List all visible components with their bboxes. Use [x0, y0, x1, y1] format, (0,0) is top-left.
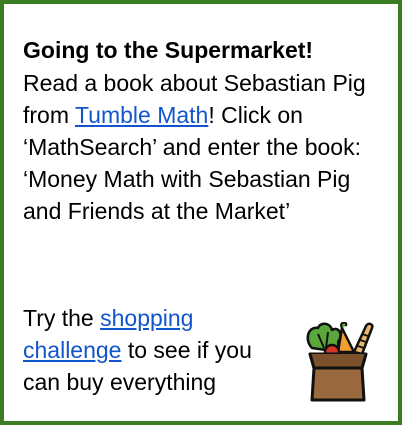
grocery-bag-icon: [306, 322, 374, 402]
card-title: Going to the Supermarket!: [23, 37, 314, 63]
challenge-paragraph-intro: Try the: [23, 305, 101, 331]
info-card: Going to the Supermarket! Read a book ab…: [0, 0, 402, 425]
challenge-paragraph: Try the shopping challenge to see if you…: [23, 302, 273, 398]
book-paragraph: Read a book about Sebastian Pig from Tum…: [23, 67, 373, 227]
tumble-math-link[interactable]: Tumble Math: [75, 102, 208, 128]
